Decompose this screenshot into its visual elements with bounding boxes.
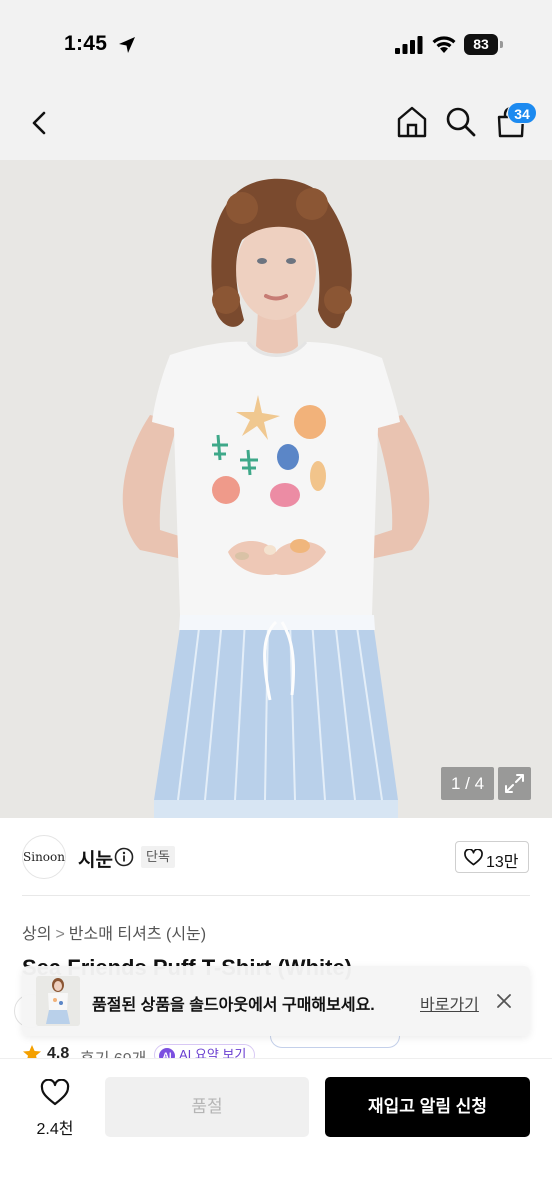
restock-alert-button[interactable]: 재입고 알림 신청 (325, 1077, 530, 1137)
brand-name[interactable]: 시눈 (78, 845, 113, 872)
bottom-action-bar: 2.4천 품절 재입고 알림 신청 (0, 1058, 552, 1200)
heart-icon (40, 1079, 70, 1106)
cart-count-badge: 34 (507, 102, 537, 124)
status-bar: 1:45 83 (0, 0, 552, 90)
toast-message: 품절된 상품을 솔드아웃에서 구매해보세요. (92, 997, 375, 1014)
image-counter: 1 / 4 (441, 767, 494, 800)
close-icon[interactable] (495, 992, 513, 1010)
toast-shortcut-link[interactable]: 바로가기 (420, 991, 479, 1015)
location-arrow-icon (119, 37, 135, 53)
divider (22, 895, 530, 896)
battery-icon: 83 (464, 34, 504, 56)
chevron-left-icon[interactable] (22, 105, 58, 141)
info-icon[interactable] (114, 847, 134, 867)
expand-icon[interactable] (498, 767, 531, 800)
app-header: 34 (0, 90, 552, 160)
product-image[interactable] (0, 160, 552, 818)
soldout-toast: 품절된 상품을 솔드아웃에서 구매해보세요. 바로가기 (22, 966, 530, 1036)
brand-like-count: 13만 (486, 854, 519, 871)
wishlist-count: 2.4천 (36, 1121, 74, 1138)
battery-level: 83 (464, 34, 498, 55)
brand-logo[interactable]: Sinoon (22, 835, 66, 879)
breadcrumb-item-category[interactable]: 상의 (22, 926, 51, 943)
soldout-button: 품절 (105, 1077, 309, 1137)
signal-icon (395, 36, 423, 54)
pill-outline (270, 1034, 400, 1048)
breadcrumb-item-subcategory[interactable]: 반소매 티셔츠 (시눈) (69, 926, 206, 943)
exclusive-badge: 단독 (141, 846, 175, 868)
breadcrumb-separator: > (55, 926, 65, 943)
breadcrumb: 상의 > 반소매 티셔츠 (시눈) (22, 920, 206, 944)
search-icon[interactable] (443, 104, 479, 140)
wifi-icon (432, 36, 456, 53)
heart-icon (464, 849, 483, 866)
wishlist-button[interactable]: 2.4천 (22, 1077, 88, 1139)
brand-like-button[interactable]: 13만 (455, 841, 529, 873)
product-photo (0, 160, 552, 818)
toast-thumbnail (36, 976, 80, 1026)
home-icon[interactable] (394, 104, 430, 140)
status-time: 1:45 (64, 32, 108, 55)
